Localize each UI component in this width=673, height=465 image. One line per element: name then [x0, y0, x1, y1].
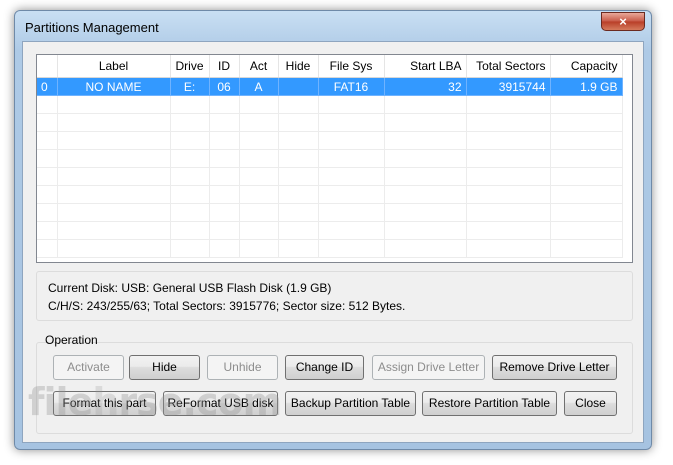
cell-index: 0 [37, 77, 58, 96]
restore-partition-table-button[interactable]: Restore Partition Table [422, 391, 557, 416]
column-header-index[interactable] [37, 55, 58, 78]
column-header-id[interactable]: ID [209, 55, 240, 78]
cell-total-sectors: 3915744 [466, 77, 551, 96]
assign-drive-letter-button[interactable]: Assign Drive Letter [372, 355, 485, 380]
table-row[interactable]: 0 NO NAME E: 06 A FAT16 32 3915744 1.9 G… [37, 77, 623, 96]
unhide-button[interactable]: Unhide [207, 355, 278, 380]
table-row-empty [37, 203, 623, 222]
filehorse-watermark: filehrse.com [28, 380, 282, 424]
partition-table: Label Drive ID Act Hide File Sys Start L… [37, 55, 623, 258]
table-row-empty [37, 221, 623, 240]
cell-capacity: 1.9 GB [550, 77, 623, 96]
window-title: Partitions Management [25, 20, 159, 35]
cell-start-lba: 32 [384, 77, 467, 96]
column-header-start-lba[interactable]: Start LBA [384, 55, 467, 78]
activate-button[interactable]: Activate [53, 355, 124, 380]
column-header-act[interactable]: Act [239, 55, 279, 78]
remove-drive-letter-button[interactable]: Remove Drive Letter [492, 355, 617, 380]
cell-file-sys: FAT16 [318, 77, 385, 96]
backup-partition-table-button[interactable]: Backup Partition Table [285, 391, 416, 416]
column-header-hide[interactable]: Hide [278, 55, 319, 78]
close-button[interactable]: Close [564, 391, 617, 416]
table-row-empty [37, 95, 623, 114]
close-icon: × [619, 14, 627, 29]
change-id-button[interactable]: Change ID [285, 355, 364, 380]
column-header-file-sys[interactable]: File Sys [318, 55, 385, 78]
table-header-row: Label Drive ID Act Hide File Sys Start L… [37, 55, 623, 78]
table-row-empty [37, 113, 623, 132]
column-header-label[interactable]: Label [57, 55, 171, 78]
table-row-empty [37, 167, 623, 186]
window-close-button[interactable]: × [601, 12, 645, 31]
cell-hide [278, 77, 319, 96]
column-header-total-sectors[interactable]: Total Sectors [466, 55, 551, 78]
cell-drive: E: [170, 77, 210, 96]
table-row-empty [37, 131, 623, 150]
chs-info-text: C/H/S: 243/255/63; Total Sectors: 391577… [48, 299, 406, 313]
cell-id: 06 [209, 77, 240, 96]
disk-info-panel: Current Disk: USB: General USB Flash Dis… [36, 271, 633, 321]
current-disk-text: Current Disk: USB: General USB Flash Dis… [48, 281, 332, 295]
column-header-drive[interactable]: Drive [170, 55, 210, 78]
table-row-empty [37, 149, 623, 168]
cell-label: NO NAME [57, 77, 171, 96]
table-row-empty [37, 239, 623, 258]
partition-grid[interactable]: Label Drive ID Act Hide File Sys Start L… [36, 54, 633, 263]
operation-group-label: Operation [45, 333, 98, 347]
hide-button[interactable]: Hide [129, 355, 200, 380]
column-header-capacity[interactable]: Capacity [550, 55, 623, 78]
cell-act: A [239, 77, 279, 96]
table-row-empty [37, 185, 623, 204]
